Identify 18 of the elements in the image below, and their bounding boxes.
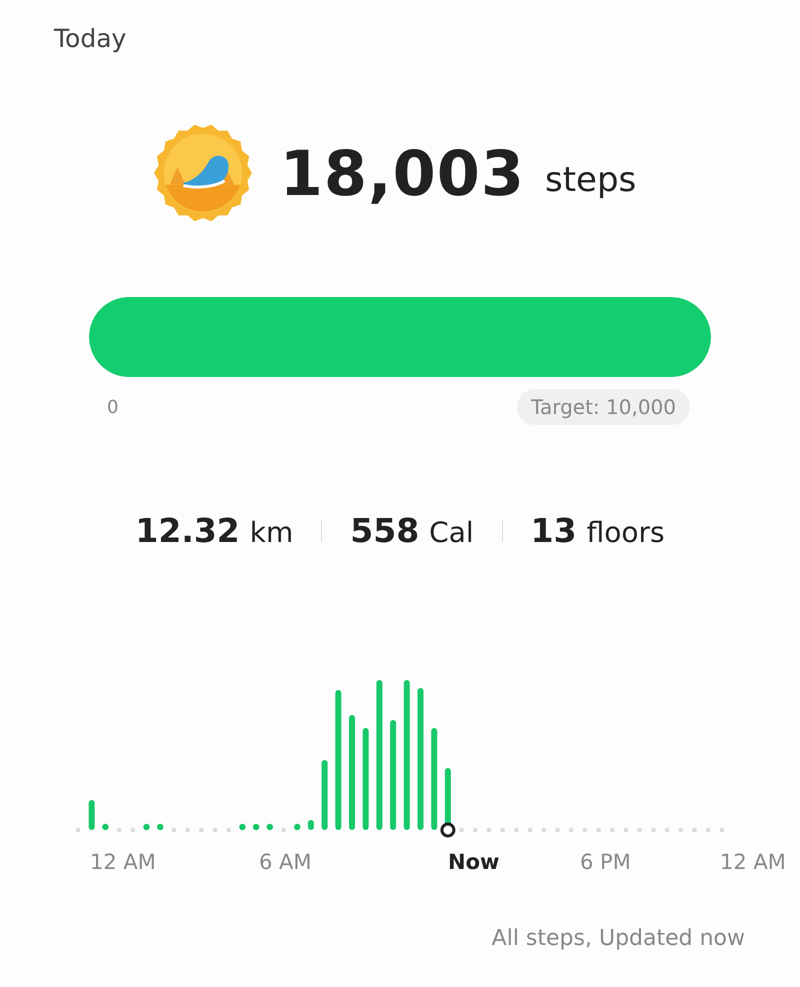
start-label: 0 [107,396,118,418]
time-label: 6 PM [580,850,631,874]
stat-unit: km [250,516,294,549]
step-count: 18,003 [280,136,525,210]
stat-value: 558 [350,511,420,550]
time-label: 6 AM [259,850,312,874]
target-pill: Target: 10,000 [517,389,690,425]
shoe-medal-icon [154,124,252,222]
footer-note: All steps, Updated now [490,926,745,951]
page-title: Today [54,24,128,53]
stat-unit: Cal [429,516,474,549]
step-unit: steps [545,160,636,200]
time-label: 12 AM [720,850,786,874]
stat-value: 13 [530,511,577,550]
time-label: 12 AM [90,850,156,874]
stat-value: 12.32 [135,511,240,550]
time-label: Now [448,850,500,874]
stat-unit: floors [586,516,665,549]
